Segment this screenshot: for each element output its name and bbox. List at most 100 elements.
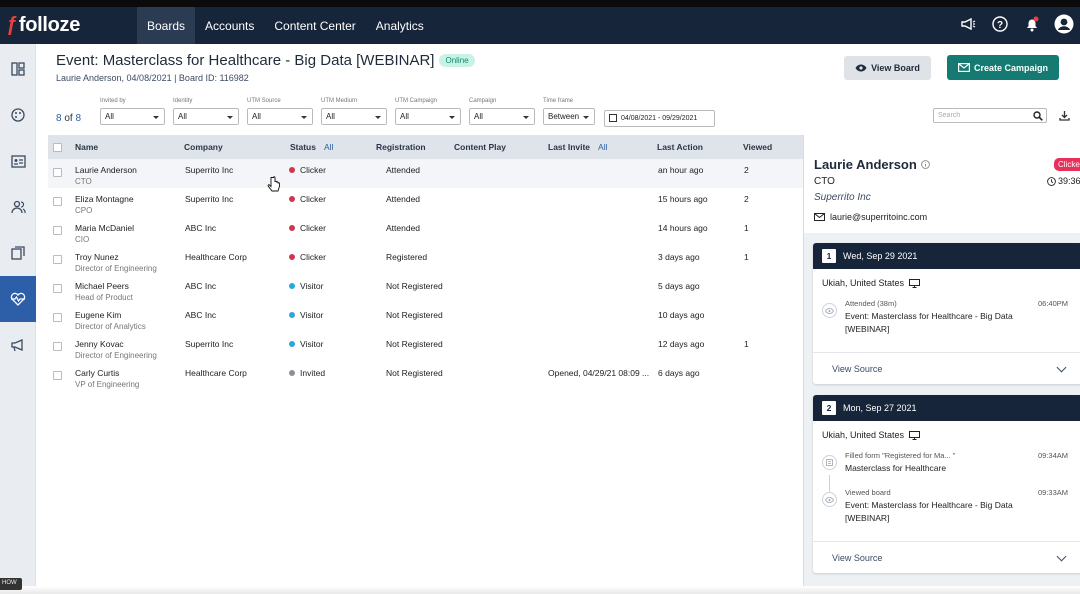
table-row[interactable]: Eugene Kim Director of Analytics ABC Inc … [48,304,803,333]
table-row[interactable]: Michael Peers Head of Product ABC Inc Vis… [48,275,803,304]
status-dot [289,167,295,173]
row-checkbox[interactable] [53,168,62,177]
utm-campaign-select[interactable]: All [395,108,461,125]
create-campaign-button[interactable]: Create Campaign [947,55,1059,80]
contact-name[interactable]: Jenny Kovac [75,339,157,349]
date-range-picker[interactable]: 04/08/2021 - 09/29/2021 [604,110,715,127]
people-icon[interactable] [0,184,36,230]
col-last-action[interactable]: Last Action [657,142,703,152]
board-subtitle: Laurie Anderson, 04/08/2021 | Board ID: … [56,73,249,83]
contact-name[interactable]: Laurie Anderson [75,165,137,175]
help-hotspot[interactable]: HOW [0,578,22,590]
view-source-button[interactable]: View Source [813,541,1080,573]
contact-name[interactable]: Carly Curtis [75,368,139,378]
search-input[interactable]: Search [933,108,1047,123]
folloze-logo[interactable]: ƒ folloze [6,14,80,37]
select-all-checkbox[interactable] [53,143,62,152]
contact-name[interactable]: Troy Nunez [75,252,157,262]
bell-icon[interactable] [1022,13,1042,35]
user-icon[interactable] [1054,13,1074,35]
contact-name[interactable]: Maria McDaniel [75,223,134,233]
view-board-button[interactable]: View Board [844,56,931,80]
table-row[interactable]: Maria McDaniel CIO ABC Inc Clicker Attend… [48,217,803,246]
table-header: Name Company Status All Registration Cont… [48,135,803,159]
contact-name-cell: Michael Peers Head of Product [75,281,133,302]
help-icon[interactable]: ? [990,13,1010,35]
registration-cell: Attended [386,223,421,233]
palette-icon[interactable] [0,92,36,138]
campaign-icon[interactable] [0,322,36,368]
time-frame-select[interactable]: Between [543,108,595,125]
col-content-play[interactable]: Content Play [454,142,506,152]
campaign-select[interactable]: All [469,108,535,125]
utm-source-select[interactable]: All [247,108,313,125]
form-icon [822,455,837,470]
col-name[interactable]: Name [75,142,98,152]
download-icon[interactable] [1057,108,1071,122]
nav-content-center[interactable]: Content Center [264,7,365,44]
boards-icon[interactable] [0,230,36,276]
info-icon[interactable] [920,160,930,169]
event-text[interactable]: Event: Masterclass for Healthcare - Big … [845,499,1045,525]
col-registration[interactable]: Registration [376,142,426,152]
nav-boards[interactable]: Boards [137,7,196,44]
envelope-icon [957,63,970,72]
registration-cell: Registered [386,252,428,262]
status-dot [289,341,295,347]
contact-name[interactable]: Eugene Kim [75,310,146,320]
row-checkbox[interactable] [53,342,62,351]
row-checkbox[interactable] [53,255,62,264]
filter-utm-medium: UTM Medium All [321,98,387,125]
engagement-time: 39:36 [1047,176,1080,186]
event-label: Attended (38m) [845,299,897,308]
row-checkbox[interactable] [53,284,62,293]
col-status[interactable]: Status All [290,142,333,152]
filter-invited-by: Invited by All [100,98,165,125]
filter-label: Campaign [469,98,497,104]
folloze-logo-mark: ƒ [6,14,17,36]
status-dot [289,196,295,202]
col-last-invite[interactable]: Last Invite All [548,142,608,152]
nav-analytics[interactable]: Analytics [366,7,434,44]
contact-title: Director of Analytics [75,322,146,331]
status-filter[interactable]: All [324,142,333,152]
row-checkbox[interactable] [53,313,62,322]
last-invite-filter[interactable]: All [598,142,607,152]
activity-date: Wed, Sep 29 2021 [843,251,918,261]
table-row[interactable]: Jenny Kovac Director of Engineering Super… [48,333,803,362]
utm-medium-select[interactable]: All [321,108,387,125]
contact-name[interactable]: Michael Peers [75,281,133,291]
col-company[interactable]: Company [184,142,223,152]
col-status-label: Status [290,142,316,152]
dashboard-icon[interactable] [0,46,36,92]
event-time: 09:34AM [1038,451,1069,460]
activity-card-header: 2 Mon, Sep 27 2021 [813,395,1080,421]
megaphone-icon[interactable] [958,13,978,35]
search-placeholder: Search [938,112,961,119]
row-checkbox[interactable] [53,226,62,235]
contact-detail-email[interactable]: laurie@superritoinc.com [814,212,927,222]
col-viewed[interactable]: Viewed [743,142,772,152]
view-board-label: View Board [871,63,920,73]
status-cell: Clicker [289,165,326,175]
contact-card-icon[interactable] [0,138,36,184]
row-checkbox[interactable] [53,371,62,380]
table-row[interactable]: Troy Nunez Director of Engineering Health… [48,246,803,275]
table-row[interactable]: Eliza Montagne CPO Superrito Inc Clicker … [48,188,803,217]
page-title: Event: Masterclass for Healthcare - Big … [56,52,475,69]
eye-icon [822,492,837,507]
activity-event: Attended (38m) Event: Masterclass for He… [822,299,1072,339]
table-row[interactable]: Carly Curtis VP of Engineering Healthcare… [48,362,803,391]
event-text[interactable]: Masterclass for Healthcare [845,462,1045,475]
invited-by-select[interactable]: All [100,108,165,125]
row-checkbox[interactable] [53,197,62,206]
event-text[interactable]: Event: Masterclass for Healthcare - Big … [845,310,1045,336]
table-row[interactable]: Laurie Anderson CTO Superrito Inc Clicker… [48,159,803,188]
board-title: Event: Masterclass for Healthcare - Big … [56,52,435,69]
view-source-button[interactable]: View Source [813,352,1080,384]
nav-accounts[interactable]: Accounts [195,7,264,44]
contact-name[interactable]: Eliza Montagne [75,194,134,204]
identity-select[interactable]: All [173,108,239,125]
search-icon[interactable] [1033,111,1043,121]
heartbeat-icon[interactable] [0,276,36,322]
